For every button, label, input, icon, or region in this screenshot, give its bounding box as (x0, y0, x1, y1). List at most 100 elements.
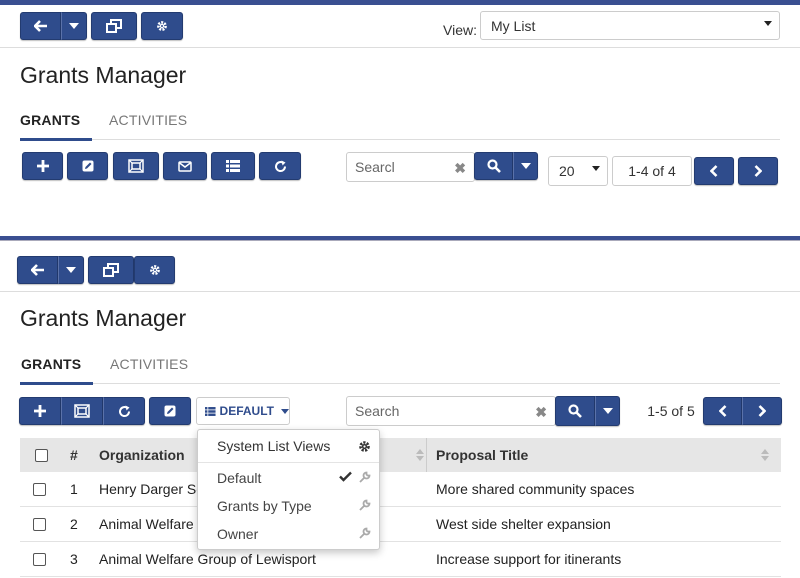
search-button[interactable] (474, 152, 513, 180)
clear-icon[interactable]: ✖ (535, 404, 547, 421)
page-size-select[interactable]: 20 (548, 156, 608, 186)
column-header-organization[interactable]: Organization (99, 438, 185, 472)
back-button[interactable] (20, 12, 61, 40)
active-tab-indicator (20, 138, 92, 141)
menu-item-owner[interactable]: Owner (198, 520, 379, 548)
add-button[interactable] (22, 152, 63, 180)
restore-window-button[interactable] (91, 12, 137, 40)
list-view-dropdown-button[interactable]: DEFAULT (196, 397, 290, 425)
previous-page-button[interactable] (694, 157, 734, 185)
row-checkbox[interactable] (33, 517, 46, 531)
page-range: 1-5 of 5 (647, 403, 695, 419)
list-views-menu: System List Views Default Grants by Type… (197, 429, 380, 550)
wrench-icon[interactable] (358, 471, 371, 484)
search-placeholder: Search (355, 403, 400, 419)
column-header-number[interactable]: # (70, 438, 78, 472)
search-button[interactable] (555, 396, 595, 426)
tab-activities[interactable]: ACTIVITIES (109, 112, 187, 128)
restore-window-button[interactable] (88, 256, 134, 284)
restore-window-icon (106, 19, 122, 33)
column-header-proposal-title[interactable]: Proposal Title (436, 438, 528, 472)
view-select-value: My List (491, 17, 536, 34)
column-divider (426, 438, 427, 472)
chevron-right-icon (754, 165, 762, 177)
settings-button[interactable] (141, 12, 183, 40)
menu-item-label: Owner (217, 526, 259, 542)
chevron-right-icon (758, 405, 766, 417)
sort-icon[interactable] (761, 449, 769, 461)
menu-header-label: System List Views (217, 438, 331, 454)
row-proposal-title[interactable]: West side shelter expansion (436, 507, 611, 541)
add-button[interactable] (19, 397, 61, 425)
settings-button[interactable] (134, 256, 175, 284)
tab-grants[interactable]: GRANTS (21, 356, 81, 372)
caret-down-icon (520, 163, 531, 169)
chevron-down-icon (592, 166, 600, 171)
list-icon (205, 406, 216, 416)
tabs-divider (20, 139, 780, 140)
expand-button[interactable] (113, 152, 159, 180)
expand-icon (74, 404, 90, 418)
edit-button[interactable] (67, 152, 108, 180)
search-input[interactable]: Search ✖ (346, 396, 556, 426)
back-dropdown-button[interactable] (61, 12, 87, 40)
row-checkbox[interactable] (33, 552, 46, 566)
edit-button[interactable] (149, 397, 191, 425)
page-title: Grants Manager (20, 62, 187, 88)
edit-icon (164, 405, 176, 417)
back-button[interactable] (17, 256, 58, 284)
active-tab-indicator (20, 382, 93, 385)
table-row[interactable]: 3 Animal Welfare Group of Lewisport Incr… (20, 542, 781, 577)
back-dropdown-button[interactable] (58, 256, 84, 284)
row-checkbox[interactable] (33, 482, 46, 496)
row-proposal-title[interactable]: Increase support for itinerants (436, 542, 621, 576)
caret-down-icon (281, 408, 289, 414)
refresh-button[interactable] (103, 397, 145, 425)
caret-down-icon (602, 408, 613, 414)
select-all-checkbox[interactable] (35, 448, 48, 462)
checkmark-icon (339, 471, 352, 482)
view-select[interactable]: My List (480, 11, 780, 40)
clear-icon[interactable]: ✖ (454, 160, 466, 177)
email-button[interactable] (163, 152, 207, 180)
search-placeholder: Searcl (355, 159, 395, 175)
chevron-down-icon (764, 21, 772, 26)
row-number: 3 (70, 551, 78, 567)
chevron-left-icon (710, 165, 718, 177)
previous-page-button[interactable] (703, 397, 742, 425)
row-organization[interactable]: Animal Welfare (99, 507, 194, 541)
row-proposal-title[interactable]: More shared community spaces (436, 472, 634, 506)
sort-icon[interactable] (416, 449, 424, 461)
expand-button[interactable] (61, 397, 103, 425)
caret-down-icon (66, 267, 76, 273)
header-divider (0, 291, 800, 292)
search-icon (486, 159, 501, 173)
menu-item-default[interactable]: Default (198, 464, 379, 492)
tab-grants[interactable]: GRANTS (20, 112, 80, 128)
select-all-cell (35, 438, 48, 472)
list-button[interactable] (211, 152, 255, 180)
wrench-icon[interactable] (358, 527, 371, 540)
search-options-button[interactable] (595, 396, 620, 426)
refresh-button[interactable] (259, 152, 301, 180)
refresh-icon (118, 405, 130, 417)
plus-icon (34, 405, 46, 417)
edit-icon (82, 160, 93, 172)
tab-activities[interactable]: ACTIVITIES (110, 356, 188, 372)
next-page-button[interactable] (742, 397, 782, 425)
menu-item-grants-by-type[interactable]: Grants by Type (198, 492, 379, 520)
wrench-icon[interactable] (358, 499, 371, 512)
row-organization[interactable]: Henry Darger Sc (99, 472, 203, 506)
view-label: View: (443, 22, 477, 38)
caret-down-icon (69, 23, 79, 29)
menu-header: System List Views (198, 430, 379, 462)
next-page-button[interactable] (738, 157, 778, 185)
top-panel: View: My List Grants Manager GRANTS ACTI… (0, 0, 800, 236)
table-row[interactable]: 2 Animal Welfare West side shelter expan… (20, 507, 781, 542)
row-number: 1 (70, 481, 78, 497)
search-options-button[interactable] (513, 152, 538, 180)
tabs-divider (20, 383, 780, 384)
search-input[interactable]: Searcl ✖ (346, 152, 475, 182)
table-row[interactable]: 1 Henry Darger Sc More shared community … (20, 472, 781, 507)
gear-icon[interactable] (358, 440, 371, 453)
